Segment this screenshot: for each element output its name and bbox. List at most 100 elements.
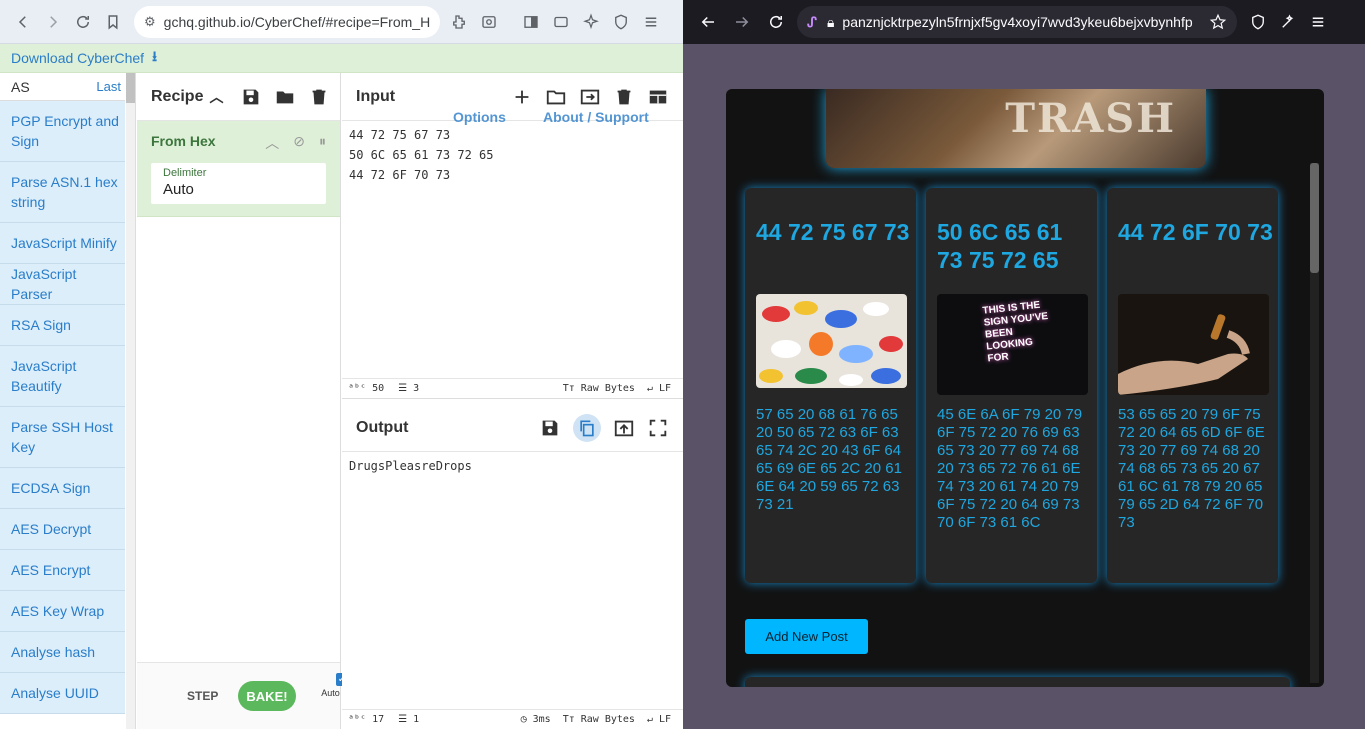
download-banner[interactable]: Download CyberChef ⭳ [0,44,683,73]
collapse-icon[interactable]: ︿ [265,133,279,153]
layout-icon[interactable] [647,86,669,108]
step-button[interactable]: STEP [187,689,218,703]
left-browser-toolbar: ⚙ gchq.github.io/CyberChef/#recipe=From_… [0,0,683,44]
operation-item[interactable]: JavaScript Beautify [0,346,125,407]
output-text[interactable]: DrugsPleasreDrops [342,452,683,480]
lock-icon[interactable]: 🔒︎ [827,14,834,31]
operation-item[interactable]: ECDSA Sign [0,468,125,509]
right-address-bar[interactable]: ᔑ 🔒︎ panznjcktrpezyln5frnjxf5gv4xoyi7wvd… [797,6,1237,38]
replace-input-icon[interactable] [613,417,635,439]
lens-icon[interactable] [474,7,504,37]
bookmark-star-icon[interactable] [1203,7,1233,37]
recipe-title: Recipe [151,87,204,105]
open-file-icon[interactable] [579,86,601,108]
reload-icon[interactable] [68,7,98,37]
clear-input-icon[interactable] [613,86,635,108]
sparkle-icon[interactable] [576,7,606,37]
post-title: 50 6C 65 61 73 75 72 65 [937,219,1063,273]
trash-icon[interactable] [308,86,330,108]
folder-icon[interactable] [274,86,296,108]
bookmark-icon[interactable] [98,7,128,37]
new-identity-icon[interactable] [1273,7,1303,37]
page-scroll-thumb[interactable] [1310,163,1319,273]
input-status-bar: ᵃᵇᶜ 50 ☰ 3 Tт Raw Bytes ↵ LF [342,378,683,398]
menu-icon[interactable] [1303,7,1333,37]
input-title: Input [356,87,396,105]
output-encoding[interactable]: Raw Bytes [581,714,635,725]
save-recipe-icon[interactable] [240,86,262,108]
back-icon[interactable] [693,7,723,37]
forward-icon[interactable] [38,7,68,37]
download-label[interactable]: Download CyberChef [11,50,144,66]
operation-item[interactable]: Analyse UUID [0,673,125,714]
input-eol[interactable]: LF [659,383,671,394]
operations-scroll-thumb[interactable] [126,73,135,103]
add-tab-icon[interactable] [511,86,533,108]
menu-icon[interactable] [636,7,666,37]
next-card-edge [745,677,1290,687]
recipe-panel: Recipe ︿ From Hex ︿ ⊘ ⏸ Delimiter Auto S… [137,73,363,729]
operation-item[interactable]: AES Key Wrap [0,591,125,632]
encoding-icon[interactable]: Tт [563,383,575,394]
bake-button[interactable]: BAKE! [238,681,296,711]
operation-item[interactable]: JavaScript Minify [0,223,125,264]
disable-icon[interactable]: ⊘ [293,133,305,153]
input-header: Input Options About / Support [342,73,683,125]
operation-item[interactable]: PGP Encrypt and Sign [0,101,125,162]
wallet-icon[interactable] [546,7,576,37]
operations-search-input[interactable]: AS [11,79,30,95]
operations-scrollbar[interactable] [126,73,135,729]
shield-icon[interactable] [606,7,636,37]
output-length: 17 [372,714,385,725]
site-info-icon[interactable]: ⚙ [144,14,156,30]
recipe-operation[interactable]: From Hex ︿ ⊘ ⏸ Delimiter Auto [137,121,340,217]
page-scrollbar[interactable] [1310,163,1319,683]
input-text[interactable]: 44 72 75 67 73 50 6C 65 61 73 72 65 44 7… [342,121,683,189]
operation-item[interactable]: AES Encrypt [0,550,125,591]
operation-item[interactable]: Analyse hash [0,632,125,673]
back-icon[interactable] [8,7,38,37]
reload-icon[interactable] [761,7,791,37]
post-card: 44 72 6F 70 73 53 65 65 20 79 6F 75 72 2… [1107,188,1278,583]
operations-search[interactable]: AS Last [0,73,125,101]
left-address-bar[interactable]: ⚙ gchq.github.io/CyberChef/#recipe=From_… [134,5,440,38]
delimiter-field[interactable]: Delimiter Auto [151,163,326,204]
add-new-post-button[interactable]: Add New Post [745,619,868,654]
hero-image-text: TRASH [1005,95,1176,142]
post-image-eye-drops [1118,294,1269,395]
forward-icon[interactable] [727,7,757,37]
post-title: 44 72 6F 70 73 [1118,219,1273,245]
eol-icon[interactable]: ↵ [647,714,653,725]
maximize-icon[interactable] [647,417,669,439]
operation-item[interactable]: Parse SSH Host Key [0,407,125,468]
save-output-icon[interactable] [539,417,561,439]
copy-output-icon[interactable] [573,414,601,442]
right-browser-toolbar: ᔑ 🔒︎ panznjcktrpezyln5frnjxf5gv4xoyi7wvd… [683,0,1365,44]
lines-icon: ☰ [398,714,408,725]
shield-icon[interactable] [1243,7,1273,37]
options-link[interactable]: Options [453,109,506,125]
post-body: 53 65 65 20 79 6F 75 72 20 64 65 6D 6F 6… [1118,406,1265,531]
length-icon: ᵃᵇᶜ [348,383,367,394]
open-folder-icon[interactable] [545,86,567,108]
eol-icon[interactable]: ↵ [647,383,653,394]
encoding-icon[interactable]: Tт [563,714,575,725]
chevron-up-icon[interactable]: ︿ [209,87,223,107]
operation-item[interactable]: JavaScript Parser [0,264,125,305]
pause-icon[interactable]: ⏸ [319,133,326,153]
left-browser-window: ⚙ gchq.github.io/CyberChef/#recipe=From_… [0,0,683,729]
operation-item[interactable]: AES Decrypt [0,509,125,550]
sidebar-icon[interactable] [516,7,546,37]
download-icon[interactable]: ⭳ [152,46,157,70]
operation-item[interactable]: RSA Sign [0,305,125,346]
input-encoding[interactable]: Raw Bytes [581,383,635,394]
last-label: Last [96,79,121,94]
delimiter-value[interactable]: Auto [163,181,314,198]
extensions-icon[interactable] [444,7,474,37]
input-lines-count: 3 [413,383,420,394]
neon-sign-text: THIS IS THE SIGN YOU'VE BEEN LOOKING FOR [982,299,1049,365]
onion-circuit-icon[interactable]: ᔑ [807,14,817,31]
operation-item[interactable]: Parse ASN.1 hex string [0,162,125,223]
bake-bar: STEP BAKE! ✓ Auto Bake [137,662,363,729]
output-eol[interactable]: LF [659,714,671,725]
